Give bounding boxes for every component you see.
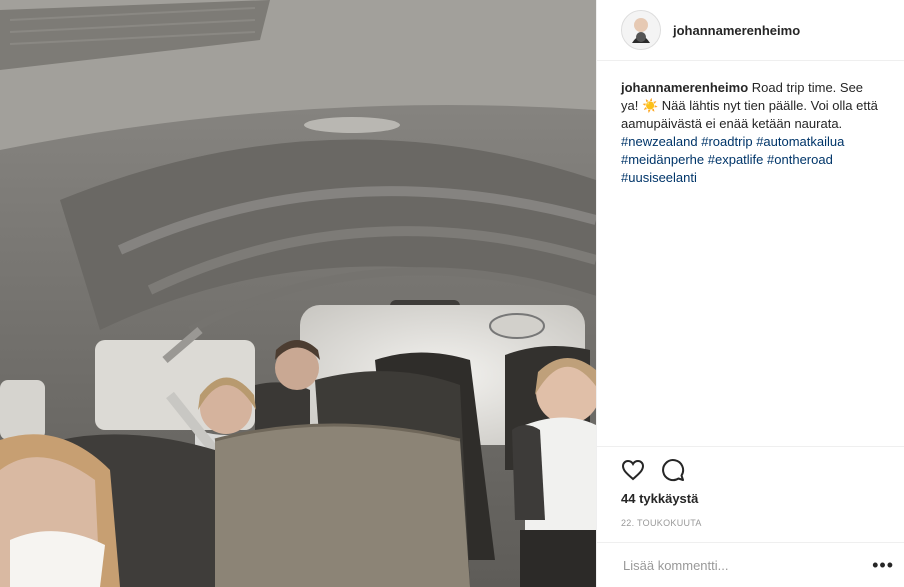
van-interior-photo [0,0,596,587]
post-date[interactable]: 22. TOUKOKUUTA [621,518,880,528]
post-actions: 44 tykkäystä 22. TOUKOKUUTA [597,446,904,528]
hashtag-newzealand[interactable]: #newzealand [621,134,698,149]
likes-count[interactable]: 44 tykkäystä [621,491,880,506]
hashtag-automatkailua[interactable]: #automatkailua [756,134,844,149]
add-comment-bar: ••• [597,542,904,587]
header-username[interactable]: johannamerenheimo [673,23,800,38]
action-icons [621,457,880,483]
avatar-image-icon [622,11,660,49]
comment-input[interactable] [621,556,873,574]
hashtag-ontheroad[interactable]: #ontheroad [767,152,833,167]
caption-username[interactable]: johannamerenheimo [621,80,748,95]
hashtag-roadtrip[interactable]: #roadtrip [701,134,752,149]
hashtag-uusiseelanti[interactable]: #uusiseelanti [621,170,697,185]
post-header: johannamerenheimo [597,0,904,61]
caption: johannamerenheimo Road trip time. See ya… [597,61,904,187]
instagram-post: johannamerenheimo johannamerenheimo Road… [0,0,904,587]
hashtag-expatlife[interactable]: #expatlife [708,152,764,167]
comment-icon[interactable] [661,458,685,482]
post-sidebar: johannamerenheimo johannamerenheimo Road… [596,0,904,587]
more-options-icon[interactable]: ••• [872,556,894,574]
heart-icon[interactable] [621,458,645,482]
hashtag-meidanperhe[interactable]: #meidänperhe [621,152,704,167]
avatar[interactable] [621,10,661,50]
post-photo[interactable] [0,0,596,587]
